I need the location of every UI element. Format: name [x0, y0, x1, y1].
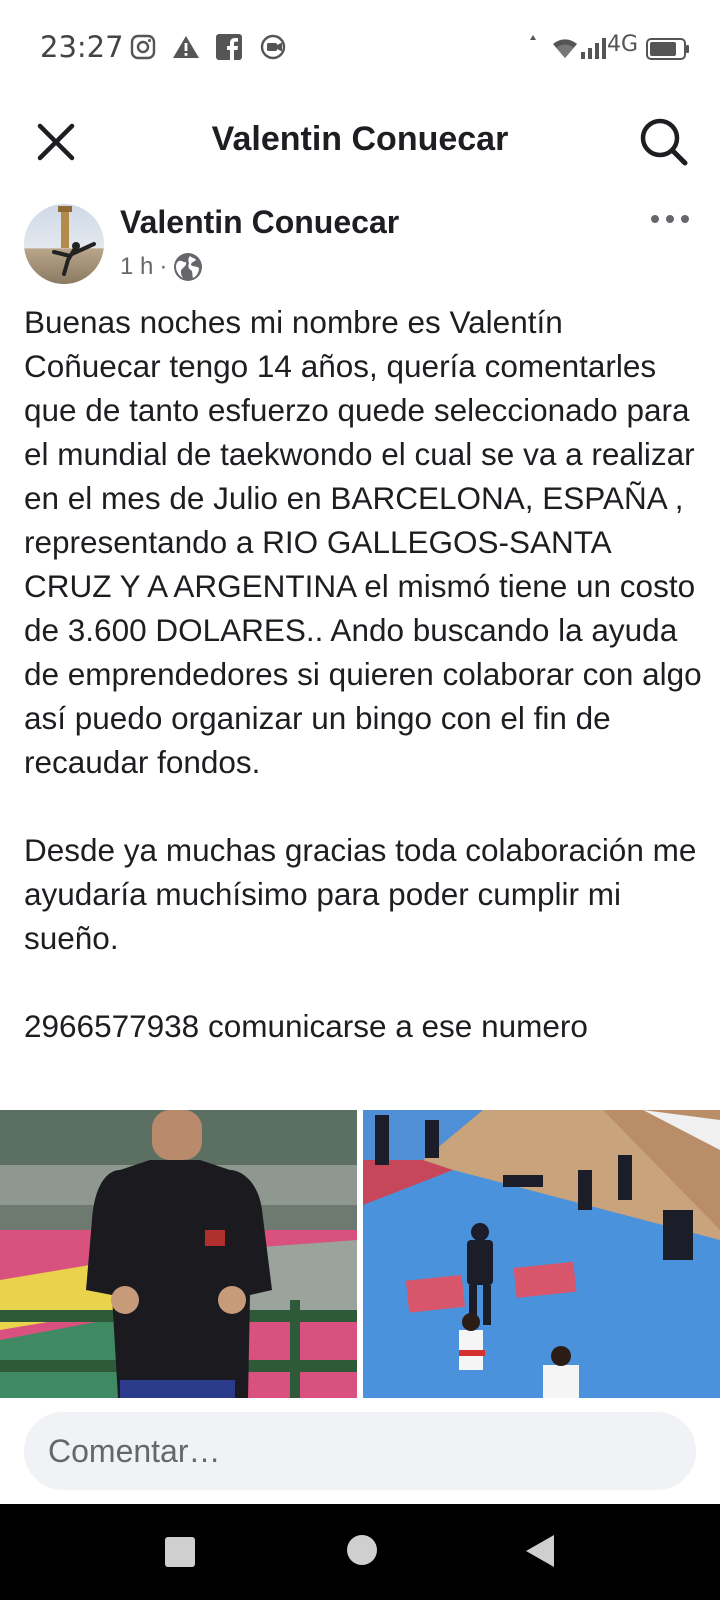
back-icon[interactable]: [524, 1534, 556, 1568]
search-icon[interactable]: [638, 116, 690, 168]
recents-icon[interactable]: [164, 1536, 196, 1568]
post-time[interactable]: 1 h: [120, 253, 153, 281]
avatar-kick-figure: [52, 206, 96, 276]
network-type: 4G: [606, 32, 638, 57]
instagram-icon: [130, 34, 156, 60]
author-avatar[interactable]: [24, 204, 104, 284]
system-nav-bar: [0, 1504, 720, 1600]
page-title: Valentin Conuecar: [211, 120, 509, 158]
photo-taekwondo-match-image: [363, 1110, 720, 1398]
meta-separator: ·: [159, 253, 168, 280]
author-name[interactable]: Valentin Conuecar: [120, 204, 399, 241]
globe-icon: [174, 253, 203, 281]
photo-athlete-portrait-image: [0, 1110, 357, 1398]
media-icon: [260, 34, 286, 60]
app-bar: Valentin Conuecar: [0, 100, 720, 180]
status-bar: 23:27 4G: [0, 0, 720, 96]
post-meta: 1 h ·: [120, 250, 203, 284]
photo-athlete-portrait[interactable]: [0, 1110, 357, 1398]
battery-icon: [646, 38, 689, 60]
comment-input[interactable]: [24, 1412, 696, 1490]
status-time: 23:27: [40, 30, 124, 64]
data-arrows-icon: [530, 35, 536, 40]
signal-icon: [581, 38, 606, 59]
more-options-icon[interactable]: [648, 204, 692, 234]
comment-bar: [0, 1402, 720, 1504]
photo-taekwondo-match[interactable]: [363, 1110, 720, 1398]
wifi-icon: [553, 39, 577, 58]
facebook-icon: [216, 34, 242, 60]
post-body: Buenas noches mi nombre es Valentín Coñu…: [24, 304, 702, 1044]
home-icon[interactable]: [346, 1534, 378, 1566]
warning-icon: [173, 36, 199, 58]
